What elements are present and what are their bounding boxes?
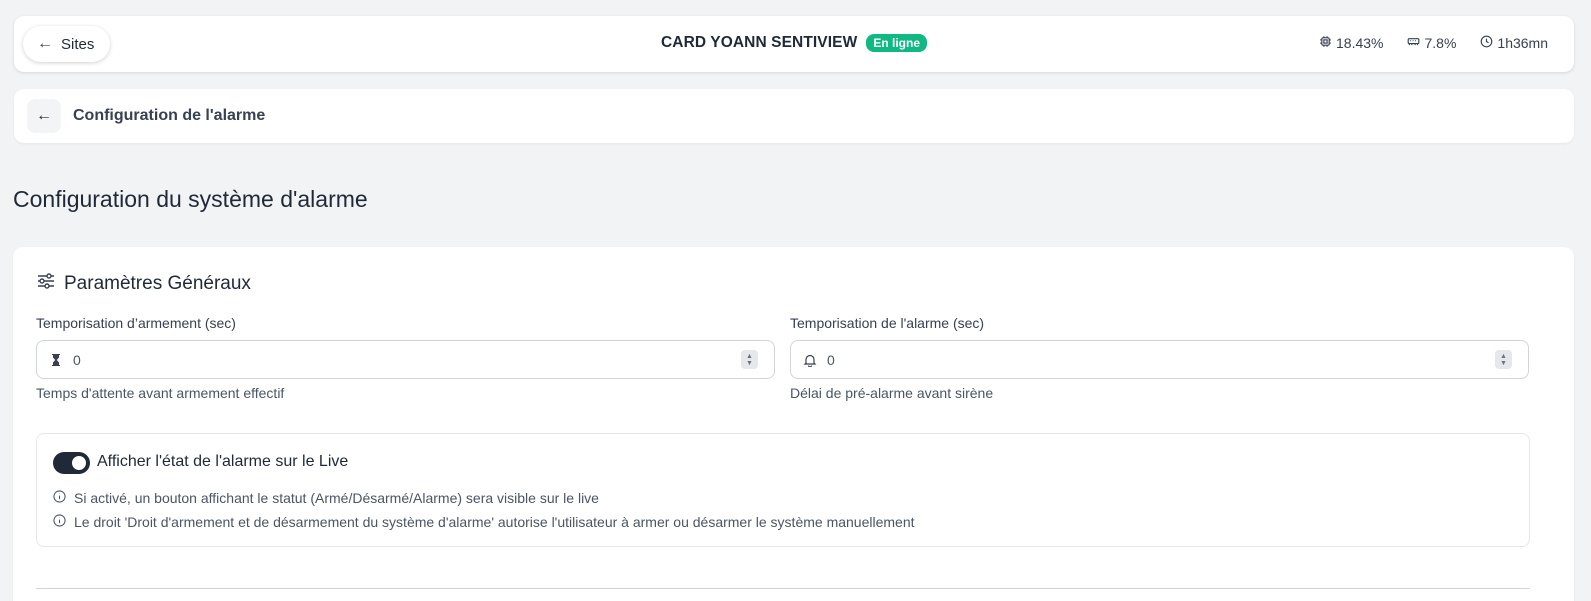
alarm-delay-hint: Délai de pré-alarme avant sirène [790,385,994,401]
cpu-value: 18.43% [1336,35,1384,51]
memory-stat: 7.8% [1407,35,1456,51]
memory-value: 7.8% [1424,35,1457,51]
alarm-delay-value: 0 [827,351,835,368]
arrow-left-icon: ← [36,107,52,124]
bell-icon [803,353,817,367]
arming-delay-label: Temporisation d’armement (sec) [36,315,236,331]
page-title: Configuration du système d'alarme [13,186,368,212]
info-text-1: Si activé, un bouton affichant le statut… [74,490,599,506]
site-name: CARD YOANN SENTIVIEW [660,34,858,51]
alarm-delay-input[interactable]: 0 ▲ ▼ [790,340,1529,379]
clock-icon [1480,35,1493,51]
live-display-option: Afficher l'état de l'alarme sur le Live … [36,433,1530,547]
arming-delay-hint: Temps d'attente avant armement effectif [36,385,285,401]
section-header: Paramètres Généraux [36,271,251,297]
general-settings-card: Paramètres Généraux Temporisation d’arme… [13,247,1574,601]
chevron-down-icon: ▼ [746,359,753,367]
live-status-toggle-label: Afficher l'état de l'alarme sur le Live [97,453,349,470]
info-line-2: Le droit 'Droit d'armement et de désarme… [53,514,915,530]
chevron-down-icon: ▼ [1500,359,1507,367]
section-divider [36,588,1530,589]
memory-icon [1407,35,1420,51]
back-button[interactable]: ← [27,99,61,133]
uptime-value: 1h36mn [1497,35,1548,51]
alarm-delay-stepper[interactable]: ▲ ▼ [1495,350,1512,369]
arming-delay-input[interactable]: 0 ▲ ▼ [36,340,775,379]
hourglass-icon [49,353,63,367]
breadcrumb-bar: ← Configuration de l'alarme [14,89,1574,143]
arming-delay-stepper[interactable]: ▲ ▼ [741,350,758,369]
chevron-up-icon: ▲ [1500,352,1507,360]
uptime-stat: 1h36mn [1480,35,1548,51]
live-status-toggle[interactable] [53,452,90,474]
section-title: Paramètres Généraux [64,273,251,294]
info-icon [53,514,66,530]
top-bar: ← Sites CARD YOANN SENTIVIEW En ligne 18… [14,16,1574,72]
info-text-2: Le droit 'Droit d'armement et de désarme… [74,514,915,530]
breadcrumb-title: Configuration de l'alarme [73,107,266,124]
status-badge: En ligne [866,34,927,52]
alarm-delay-label: Temporisation de l'alarme (sec) [790,315,985,331]
cpu-icon [1319,35,1332,51]
arming-delay-value: 0 [73,351,81,368]
toggle-knob [72,456,86,470]
sliders-icon [36,271,56,297]
cpu-stat: 18.43% [1319,35,1383,51]
info-icon [53,490,66,506]
chevron-up-icon: ▲ [746,352,753,360]
system-stats: 18.43% 7.8% 1h36mn [1319,35,1548,51]
info-line-1: Si activé, un bouton affichant le statut… [53,490,599,506]
